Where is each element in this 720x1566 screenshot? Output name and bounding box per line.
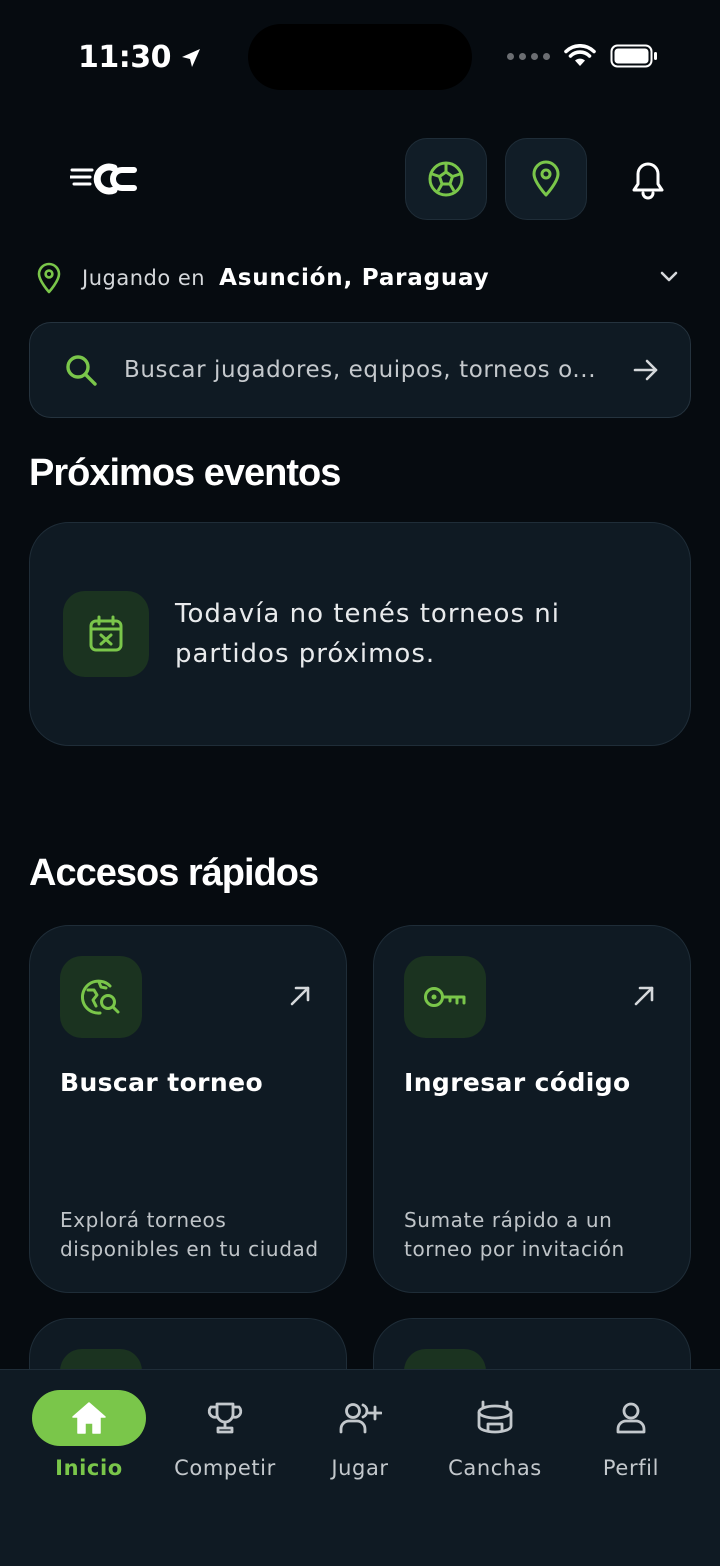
bell-icon xyxy=(632,162,664,200)
location-button[interactable] xyxy=(505,138,587,220)
search-icon xyxy=(66,355,97,386)
quick-access-card-description: Sumate rápido a un torneo por invitación xyxy=(404,1208,625,1261)
location-prefix: Jugando en xyxy=(82,266,206,290)
tab-icon-container xyxy=(168,1390,282,1446)
tab-icon-container xyxy=(303,1390,417,1446)
globe-search-icon xyxy=(80,979,120,1015)
chevron-down-icon xyxy=(660,271,678,282)
bottom-tab-bar: Inicio Competir Jugar Canchas Perfil xyxy=(0,1369,720,1566)
empty-events-message: Todavía no tenés torneos ni partidos pró… xyxy=(175,599,560,669)
tab-icon-container xyxy=(32,1390,146,1446)
status-bar-indicators xyxy=(507,44,658,68)
tab-label: Inicio xyxy=(55,1456,123,1480)
tab-label: Canchas xyxy=(448,1456,542,1480)
stadium-icon xyxy=(477,1400,513,1434)
location-city: Asunción, Paraguay xyxy=(219,265,490,291)
tab-competir[interactable]: Competir xyxy=(157,1370,293,1500)
user-icon xyxy=(616,1402,646,1434)
arrow-up-right-icon xyxy=(634,986,654,1006)
quick-access-title: Accesos rápidos xyxy=(29,852,319,894)
key-icon-tile xyxy=(404,956,486,1038)
tab-inicio[interactable]: Inicio xyxy=(21,1370,157,1500)
quick-access-card-title: Buscar torneo xyxy=(60,1068,264,1097)
cellular-signal-icon xyxy=(507,52,550,60)
map-pin-icon xyxy=(37,262,61,294)
upcoming-events-empty-card: Todavía no tenés torneos ni partidos pró… xyxy=(29,522,691,746)
soccer-ball-icon xyxy=(428,161,464,197)
notifications-button[interactable] xyxy=(628,158,668,202)
dynamic-island xyxy=(248,24,472,90)
tab-canchas[interactable]: Canchas xyxy=(427,1370,563,1500)
map-pin-icon xyxy=(532,160,560,197)
wifi-icon xyxy=(564,44,596,66)
arrow-up-right-icon xyxy=(290,986,310,1006)
trophy-icon xyxy=(207,1402,243,1434)
tab-jugar[interactable]: Jugar xyxy=(292,1370,428,1500)
globe-search-icon-tile xyxy=(60,956,142,1038)
sport-selector-button[interactable] xyxy=(405,138,487,220)
tab-label: Competir xyxy=(174,1456,276,1480)
status-bar-time: 11:30 xyxy=(78,40,203,75)
tab-perfil[interactable]: Perfil xyxy=(563,1370,699,1500)
search-bar[interactable]: Buscar jugadores, equipos, torneos o... xyxy=(29,322,691,418)
tab-icon-container xyxy=(438,1390,552,1446)
calendar-icon-tile xyxy=(63,591,149,677)
upcoming-events-title: Próximos eventos xyxy=(29,452,341,494)
app-logo xyxy=(68,156,140,202)
tab-label: Perfil xyxy=(602,1456,660,1480)
arrow-right-icon[interactable] xyxy=(632,356,660,384)
tab-label: Jugar xyxy=(331,1456,389,1480)
location-selector[interactable]: Jugando en Asunción, Paraguay xyxy=(36,258,686,298)
home-icon xyxy=(72,1402,106,1434)
battery-icon xyxy=(610,44,657,68)
quick-access-card-enter-code[interactable]: Ingresar código Sumate rápido a un torne… xyxy=(373,925,691,1293)
add-user-icon xyxy=(339,1403,382,1434)
quick-access-card-title: Ingresar código xyxy=(404,1068,631,1097)
key-icon xyxy=(424,987,466,1007)
search-input[interactable]: Buscar jugadores, equipos, torneos o... xyxy=(124,357,620,383)
tab-icon-container xyxy=(574,1390,688,1446)
calendar-x-icon xyxy=(89,615,123,652)
quick-access-card-description: Explorá torneos disponibles en tu ciudad xyxy=(60,1208,319,1261)
quick-access-card-search-tournament[interactable]: Buscar torneo Explorá torneos disponible… xyxy=(29,925,347,1293)
location-arrow-icon xyxy=(182,48,200,67)
